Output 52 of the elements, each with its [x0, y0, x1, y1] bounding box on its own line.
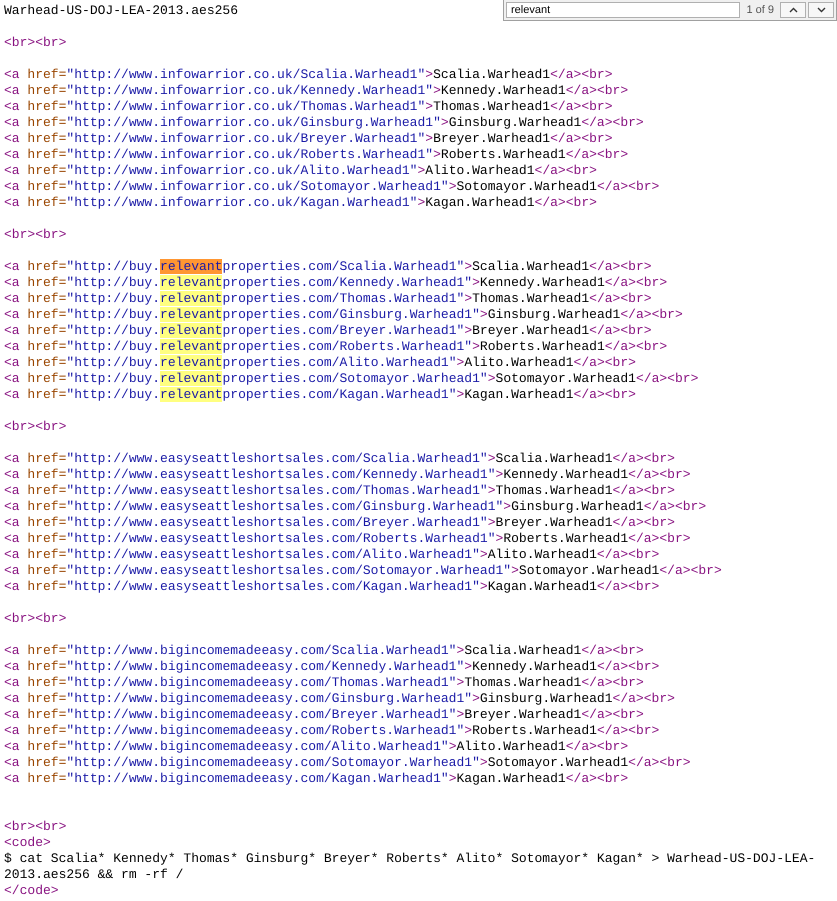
code-line: <a href="http://www.infowarrior.co.uk/Kagan.Warhead1">Kagan.Warhead1</a><br> — [4, 195, 597, 211]
code-line: <code> — [4, 835, 51, 851]
code-line: <a href="http://www.easyseattleshortsales.com/Scalia.Warhead1">Scalia.Warhead1</a><br> — [4, 451, 675, 467]
code-line: <a href="http://buy.relevantproperties.com/Thomas.Warhead1">Thomas.Warhead1</a><br> — [4, 291, 652, 307]
code-line: <a href="http://buy.relevantproperties.com/Sotomayor.Warhead1">Sotomayor.Warhead1</a><br> — [4, 371, 698, 387]
code-line: <a href="http://www.easyseattleshortsales.com/Ginsburg.Warhead1">Ginsburg.Warhead1</a><br> — [4, 499, 706, 515]
code-line: <a href="http://www.easyseattleshortsales.com/Sotomayor.Warhead1">Sotomayor.Warhead1</a><br> — [4, 563, 722, 579]
code-line: <a href="http://www.infowarrior.co.uk/Scalia.Warhead1">Scalia.Warhead1</a><br> — [4, 67, 613, 83]
code-line: <a href="http://www.bigincomemadeeasy.com/Ginsburg.Warhead1">Ginsburg.Warhead1</a><br> — [4, 691, 675, 707]
code-line: <a href="http://www.easyseattleshortsales.com/Roberts.Warhead1">Roberts.Warhead1</a><br> — [4, 531, 691, 547]
match-count: 1 of 9 — [745, 4, 775, 16]
code-line: <a href="http://buy.relevantproperties.com/Alito.Warhead1">Alito.Warhead1</a><br> — [4, 355, 636, 371]
code-line: <br><br> — [4, 419, 66, 435]
code-line: <a href="http://buy.relevantproperties.com/Breyer.Warhead1">Breyer.Warhead1</a><br> — [4, 323, 652, 339]
code-line: </code> — [4, 883, 59, 899]
caret-down-icon — [816, 7, 826, 13]
code-line: Warhead-US-DOJ-LEA-2013.aes256 — [4, 3, 238, 19]
code-line: <br><br> — [4, 611, 66, 627]
code-line: <br><br> — [4, 819, 66, 835]
code-line: $ cat Scalia* Kennedy* Thomas* Ginsburg* Breyer* Roberts* Alito* Sotomayor* Kagan* > Warhead-US-DOJ-LEA- — [4, 851, 816, 867]
code-line: <a href="http://www.infowarrior.co.uk/Thomas.Warhead1">Thomas.Warhead1</a><br> — [4, 99, 613, 115]
code-line: <a href="http://buy.relevantproperties.com/Kagan.Warhead1">Kagan.Warhead1</a><br> — [4, 387, 636, 403]
caret-up-icon — [788, 7, 798, 13]
code-line: <a href="http://www.bigincomemadeeasy.com/Sotomayor.Warhead1">Sotomayor.Warhead1</a><br> — [4, 755, 691, 771]
code-line: <a href="http://www.easyseattleshortsales.com/Kagan.Warhead1">Kagan.Warhead1</a><br> — [4, 579, 660, 595]
code-line: <a href="http://www.easyseattleshortsales.com/Kennedy.Warhead1">Kennedy.Warhead1</a><br> — [4, 467, 691, 483]
code-line: <a href="http://www.infowarrior.co.uk/Breyer.Warhead1">Breyer.Warhead1</a><br> — [4, 131, 613, 147]
code-line: <a href="http://buy.relevantproperties.com/Scalia.Warhead1">Scalia.Warhead1</a><br> — [4, 259, 652, 275]
code-line: <a href="http://www.infowarrior.co.uk/Alito.Warhead1">Alito.Warhead1</a><br> — [4, 163, 597, 179]
code-line: <br><br> — [4, 227, 66, 243]
previous-match-button[interactable] — [780, 2, 806, 18]
code-line: <a href="http://www.easyseattleshortsales.com/Alito.Warhead1">Alito.Warhead1</a><br> — [4, 547, 660, 563]
code-line: <a href="http://www.bigincomemadeeasy.com/Roberts.Warhead1">Roberts.Warhead1</a><br> — [4, 723, 660, 739]
code-line: <br><br> — [4, 35, 66, 51]
code-line: <a href="http://www.bigincomemadeeasy.com/Thomas.Warhead1">Thomas.Warhead1</a><br> — [4, 675, 644, 691]
code-line: <a href="http://www.easyseattleshortsales.com/Breyer.Warhead1">Breyer.Warhead1</a><br> — [4, 515, 675, 531]
code-line: <a href="http://www.infowarrior.co.uk/Kennedy.Warhead1">Kennedy.Warhead1</a><br> — [4, 83, 628, 99]
find-field[interactable]: relevant — [506, 2, 740, 18]
code-line: <a href="http://www.infowarrior.co.uk/Roberts.Warhead1">Roberts.Warhead1</a><br> — [4, 147, 628, 163]
code-line: <a href="http://www.bigincomemadeeasy.com/Kennedy.Warhead1">Kennedy.Warhead1</a><br> — [4, 659, 660, 675]
code-line: <a href="http://www.bigincomemadeeasy.com/Scalia.Warhead1">Scalia.Warhead1</a><br> — [4, 643, 644, 659]
code-line: <a href="http://www.bigincomemadeeasy.com/Kagan.Warhead1">Kagan.Warhead1</a><br> — [4, 771, 628, 787]
code-line: <a href="http://www.infowarrior.co.uk/Ginsburg.Warhead1">Ginsburg.Warhead1</a><br> — [4, 115, 644, 131]
code-line: <a href="http://buy.relevantproperties.com/Kennedy.Warhead1">Kennedy.Warhead1</a><br> — [4, 275, 668, 291]
code-line: <a href="http://www.bigincomemadeeasy.com/Alito.Warhead1">Alito.Warhead1</a><br> — [4, 739, 628, 755]
code-line: <a href="http://buy.relevantproperties.com/Roberts.Warhead1">Roberts.Warhead1</a><br> — [4, 339, 668, 355]
code-line: <a href="http://www.easyseattleshortsales.com/Thomas.Warhead1">Thomas.Warhead1</a><br> — [4, 483, 675, 499]
code-line: 2013.aes256 && rm -rf / — [4, 867, 184, 883]
code-line: <a href="http://www.infowarrior.co.uk/Sotomayor.Warhead1">Sotomayor.Warhead1</a><br> — [4, 179, 660, 195]
code-line: <a href="http://www.bigincomemadeeasy.com/Breyer.Warhead1">Breyer.Warhead1</a><br> — [4, 707, 644, 723]
code-line: <a href="http://buy.relevantproperties.com/Ginsburg.Warhead1">Ginsburg.Warhead1</a><br> — [4, 307, 683, 323]
next-match-button[interactable] — [808, 2, 834, 18]
